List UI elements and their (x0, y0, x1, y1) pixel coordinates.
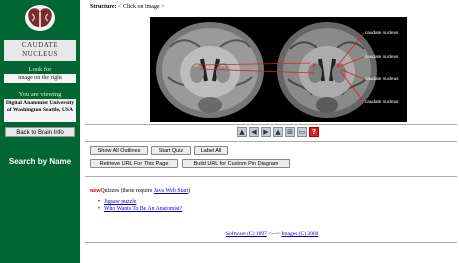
structure-name-box: CAUDATE NUCLEUS (4, 40, 76, 61)
software-copyright-link[interactable]: Software (C) 1997 (226, 231, 267, 237)
mri-right-brain[interactable] (277, 22, 377, 118)
structure-name: CAUDATE NUCLEUS (21, 41, 59, 58)
triangle-down-icon[interactable]: ▲ (273, 127, 283, 137)
mri-label-4: caudate nucleus (365, 99, 399, 104)
triangle-right-icon[interactable]: ▶ (261, 127, 271, 137)
structure-hint: < Click on image > (118, 4, 165, 10)
mri-label-2: caudate nucleus (365, 54, 399, 59)
images-copyright-link[interactable]: Images (C) 2000 (281, 231, 318, 237)
mri-image[interactable]: caudate nucleus caudate nucleus caudate … (150, 17, 407, 122)
search-by-name-button[interactable]: Search by Name (2, 156, 78, 168)
who-wants-anatomist-link[interactable]: Who Wants To Be An Anatomist? (104, 206, 182, 212)
navigation-toolbar: ▲ ◀ ▶ ▲ ⊞ ▭ ? (237, 127, 319, 137)
sidebar: CAUDATE NUCLEUS Look for image on the ri… (0, 0, 80, 263)
new-badge: NEW (90, 188, 101, 193)
mri-label-3: caudate nucleus (365, 76, 399, 81)
divider-mid (85, 141, 457, 142)
copyright-footer: Software (C) 1997 <---> Images (C) 2000 (226, 231, 318, 237)
page-icon[interactable]: ▭ (297, 127, 307, 137)
jigsaw-puzzle-link[interactable]: Jigsaw puzzle (104, 199, 136, 205)
look-label: Look for (28, 66, 52, 73)
mri-left-brain[interactable] (156, 22, 264, 118)
quizzes-end: ) (188, 188, 191, 194)
label-all-button[interactable]: Label All (194, 146, 228, 155)
viewing-label: You are viewing (18, 91, 62, 98)
back-to-braininfo-button[interactable]: Back to Brain Info (5, 127, 75, 137)
build-url-button[interactable]: Build URL for Custom Pin Diagram (182, 159, 290, 168)
retrieve-url-button[interactable]: Retrieve URL For This Page (90, 159, 178, 168)
structure-prefix: Structure: (90, 4, 117, 10)
question-icon[interactable]: ? (309, 127, 319, 137)
list-item: Who Wants To Be An Anatomist? (98, 206, 182, 213)
mri-label-1: caudate nucleus (365, 30, 399, 35)
list-item: Jigsaw puzzle (98, 199, 182, 206)
java-web-start-link[interactable]: Java Web Start (154, 188, 189, 194)
triangle-up-icon[interactable]: ▲ (237, 127, 247, 137)
quiz-list: Jigsaw puzzle Who Wants To Be An Anatomi… (98, 199, 182, 213)
footer-separator: <---> (268, 231, 281, 237)
zoom-icon[interactable]: ⊞ (285, 127, 295, 137)
brain-logo-icon (25, 5, 55, 31)
viewing-text: Digital Anatomist University of Washingt… (4, 99, 76, 122)
start-quiz-button[interactable]: Start Quiz (151, 146, 191, 155)
quizzes-text: Quizzes (these require (100, 188, 153, 194)
show-all-outlines-button[interactable]: Show All Outlines (90, 146, 148, 155)
triangle-left-icon[interactable]: ◀ (249, 127, 259, 137)
divider-lower (85, 176, 457, 177)
structure-header: Structure: < Click on image > (90, 4, 165, 10)
divider-top (85, 124, 457, 125)
look-text: image on the right (4, 74, 76, 83)
quizzes-line: NEWQuizzes (these require Java Web Start… (90, 188, 190, 194)
divider-bottom (85, 242, 457, 243)
